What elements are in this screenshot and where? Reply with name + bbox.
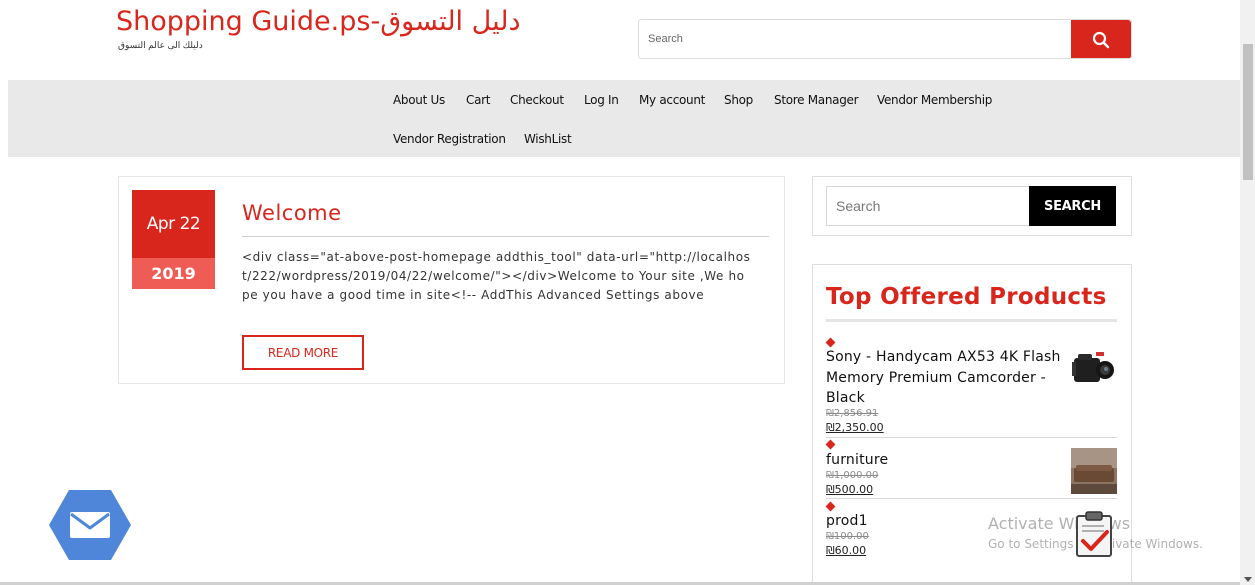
mail-contact-button[interactable] — [48, 488, 132, 562]
site-tagline: دليلك الى عالم التسوق — [118, 40, 203, 50]
nav-item-vendor-registration[interactable]: Vendor Registration — [393, 132, 506, 146]
product-old-price: ₪100.00 — [826, 531, 869, 542]
nav-item-cart[interactable]: Cart — [466, 93, 490, 107]
nav-item-about-us[interactable]: About Us — [393, 93, 445, 107]
sidebar-search-button[interactable]: SEARCH — [1029, 186, 1116, 226]
header-search-button[interactable] — [1071, 20, 1131, 58]
read-more-button[interactable]: READ MORE — [242, 335, 364, 370]
scrollbar-thumb[interactable] — [1243, 44, 1253, 180]
product-name[interactable]: furniture — [826, 450, 1064, 471]
nav-item-store-manager[interactable]: Store Manager — [774, 93, 859, 107]
product-old-price: ₪1,000.00 — [826, 470, 879, 481]
clipboard-check-icon[interactable] — [1074, 510, 1114, 558]
post-divider — [242, 236, 769, 237]
nav-item-log-in[interactable]: Log In — [584, 93, 619, 107]
widget-title: Top Offered Products — [826, 284, 1107, 310]
post-title[interactable]: Welcome — [242, 201, 342, 225]
product-price: ₪60.00 — [826, 544, 867, 557]
camcorder-thumbnail[interactable] — [1070, 346, 1117, 392]
product-name[interactable]: Sony - Handycam AX53 4K Flash Memory Pre… — [826, 347, 1064, 409]
post-date-year: 2019 — [132, 258, 215, 289]
nav-item-shop[interactable]: Shop — [724, 93, 753, 107]
site-title[interactable]: Shopping Guide.ps-دليل التسوق — [116, 6, 521, 37]
sidebar-search-input[interactable] — [826, 186, 1030, 226]
main-nav: About Us Cart Checkout Log In My account… — [8, 80, 1240, 157]
nav-item-checkout[interactable]: Checkout — [510, 93, 564, 107]
envelope-icon — [49, 490, 131, 560]
header-search — [638, 19, 1132, 59]
post-date-day: Apr 22 — [132, 190, 215, 258]
nav-item-wishlist[interactable]: WishList — [524, 132, 572, 146]
header-search-input[interactable] — [639, 20, 1073, 58]
page: Shopping Guide.ps-دليل التسوق دليلك الى … — [0, 0, 1255, 585]
nav-item-vendor-membership[interactable]: Vendor Membership — [877, 93, 992, 107]
furniture-thumbnail[interactable] — [1071, 448, 1117, 494]
post-date: Apr 22 2019 — [132, 190, 215, 289]
product-price: ₪2,350.00 — [826, 421, 884, 434]
scroll-down-arrow-icon[interactable] — [1243, 571, 1253, 582]
product-divider — [826, 498, 1117, 499]
search-icon — [1092, 31, 1110, 49]
product-divider — [826, 437, 1117, 438]
widget-title-underline — [826, 319, 1117, 322]
post-excerpt: <div class="at-above-post-homepage addth… — [242, 250, 751, 302]
product-price: ₪500.00 — [826, 483, 874, 496]
nav-item-my-account[interactable]: My account — [639, 93, 705, 107]
product-old-price: ₪2,856.91 — [826, 408, 879, 419]
